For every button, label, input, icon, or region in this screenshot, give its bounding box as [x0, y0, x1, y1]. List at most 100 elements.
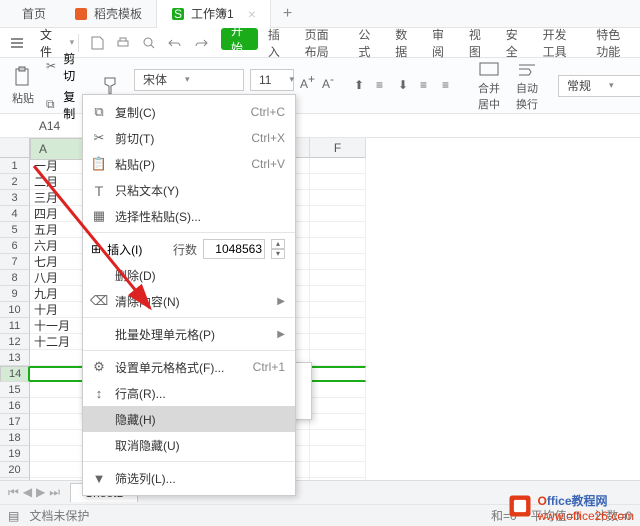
cell[interactable] [310, 286, 366, 302]
menu-item[interactable]: ▦选择性粘贴(S)... [83, 203, 295, 229]
menu-item[interactable]: ✂剪切(T)Ctrl+X [83, 125, 295, 151]
ribbon-tab-review[interactable]: 审阅 [422, 28, 459, 58]
select-all-corner[interactable] [0, 138, 30, 158]
row-header[interactable]: 5 [0, 222, 30, 238]
cell[interactable]: 十月 [30, 302, 86, 318]
cell[interactable] [310, 398, 366, 414]
cell[interactable] [310, 334, 366, 350]
cell[interactable] [310, 366, 366, 382]
decrease-font-icon[interactable]: A- [322, 72, 338, 88]
paste-group[interactable]: 粘贴 [8, 62, 38, 109]
cell[interactable] [310, 302, 366, 318]
ribbon-tab-formula[interactable]: 公式 [348, 28, 385, 58]
close-icon[interactable]: × [248, 6, 256, 22]
col-header-A[interactable]: A [30, 138, 86, 160]
cell[interactable] [310, 206, 366, 222]
tab-workbook[interactable]: S 工作簿1 × [156, 0, 271, 28]
cell[interactable] [30, 414, 86, 430]
row-header[interactable]: 20 [0, 462, 30, 478]
cell[interactable] [310, 254, 366, 270]
cell[interactable]: 十一月 [30, 318, 86, 334]
align-top-icon[interactable]: ⬆ [354, 78, 370, 94]
menu-item[interactable]: ⧉复制(C)Ctrl+C [83, 99, 295, 125]
ribbon-tab-dev[interactable]: 开发工具 [533, 28, 587, 58]
ribbon-tab-special[interactable]: 特色功能 [586, 28, 640, 58]
tab-template[interactable]: 稻壳模板 [60, 0, 156, 28]
undo-icon[interactable] [167, 35, 183, 51]
cell[interactable]: 七月 [30, 254, 86, 270]
cell[interactable] [310, 446, 366, 462]
cell[interactable] [310, 414, 366, 430]
row-header[interactable]: 18 [0, 430, 30, 446]
row-header[interactable]: 1 [0, 158, 30, 174]
cell[interactable] [310, 350, 366, 366]
cell[interactable] [310, 238, 366, 254]
row-header[interactable]: 13 [0, 350, 30, 366]
cell[interactable] [30, 462, 86, 478]
layout-icon[interactable]: ▤ [8, 509, 19, 523]
merge-group[interactable]: 合并居中 [474, 62, 504, 109]
ribbon-tab-view[interactable]: 视图 [459, 28, 496, 58]
row-header[interactable]: 15 [0, 382, 30, 398]
cell[interactable]: 十二月 [30, 334, 86, 350]
cell[interactable] [310, 430, 366, 446]
ribbon-tab-insert[interactable]: 插入 [258, 28, 295, 58]
cell[interactable]: 六月 [30, 238, 86, 254]
align-left-icon[interactable]: ≡ [420, 78, 436, 94]
preview-icon[interactable] [141, 35, 157, 51]
ribbon-tab-security[interactable]: 安全 [496, 28, 533, 58]
wrap-group[interactable]: 自动换行 [512, 62, 542, 109]
align-center-icon[interactable]: ≡ [442, 78, 458, 94]
cell[interactable]: 四月 [30, 206, 86, 222]
cell[interactable] [30, 382, 86, 398]
row-header[interactable]: 2 [0, 174, 30, 190]
add-tab-button[interactable]: + [271, 5, 304, 23]
menu-item[interactable]: 隐藏(H) [83, 406, 295, 432]
cell[interactable] [30, 350, 86, 366]
row-header[interactable]: 10 [0, 302, 30, 318]
number-format-select[interactable]: 常规▾ [558, 75, 640, 97]
row-header[interactable]: 12 [0, 334, 30, 350]
cell[interactable]: 二月 [30, 174, 86, 190]
insert-rows-input[interactable] [203, 239, 265, 259]
row-header[interactable]: 19 [0, 446, 30, 462]
ribbon-tab-start[interactable]: 开始 [221, 28, 258, 50]
cell[interactable] [30, 398, 86, 414]
cell[interactable] [310, 158, 366, 174]
menu-item[interactable]: ↕行高(R)... [83, 380, 295, 406]
save-icon[interactable] [89, 35, 105, 51]
row-header[interactable]: 17 [0, 414, 30, 430]
cell[interactable] [30, 430, 86, 446]
print-icon[interactable] [115, 35, 131, 51]
cell[interactable] [310, 462, 366, 478]
align-bot-icon[interactable]: ⬇ [398, 78, 414, 94]
sheet-nav[interactable]: ⏮◀▶⏭ [8, 485, 60, 500]
menu-item-insert[interactable]: ⊞插入(I)行数▴▾ [83, 236, 295, 262]
cell[interactable] [310, 318, 366, 334]
menu-item[interactable]: 删除(D) [83, 262, 295, 288]
cell[interactable] [30, 446, 86, 462]
row-header[interactable]: 14 [0, 366, 30, 382]
cell[interactable] [310, 382, 366, 398]
cell[interactable]: 三月 [30, 190, 86, 206]
app-menu-button[interactable] [8, 32, 26, 54]
redo-icon[interactable] [193, 35, 209, 51]
font-name-select[interactable]: 宋体▾ [134, 69, 244, 91]
col-header-F[interactable]: F [310, 138, 366, 158]
menu-item[interactable]: ▼筛选列(L)... [83, 465, 295, 491]
align-mid-icon[interactable]: ≡ [376, 78, 392, 94]
tab-home[interactable]: 首页 [8, 0, 60, 28]
row-header[interactable]: 6 [0, 238, 30, 254]
menu-item[interactable]: ⌫清除内容(N)▶ [83, 288, 295, 314]
cut-button[interactable]: ✂剪切 [46, 50, 80, 84]
cell[interactable] [310, 174, 366, 190]
row-header[interactable]: 4 [0, 206, 30, 222]
row-header[interactable]: 8 [0, 270, 30, 286]
menu-item[interactable]: 批量处理单元格(P)▶ [83, 321, 295, 347]
ribbon-tab-layout[interactable]: 页面布局 [295, 28, 349, 58]
cell[interactable]: 五月 [30, 222, 86, 238]
row-header[interactable]: 9 [0, 286, 30, 302]
cell[interactable] [310, 270, 366, 286]
menu-item[interactable]: ⚙设置单元格格式(F)...Ctrl+1 [83, 354, 295, 380]
menu-item[interactable]: 📋粘贴(P)Ctrl+V [83, 151, 295, 177]
